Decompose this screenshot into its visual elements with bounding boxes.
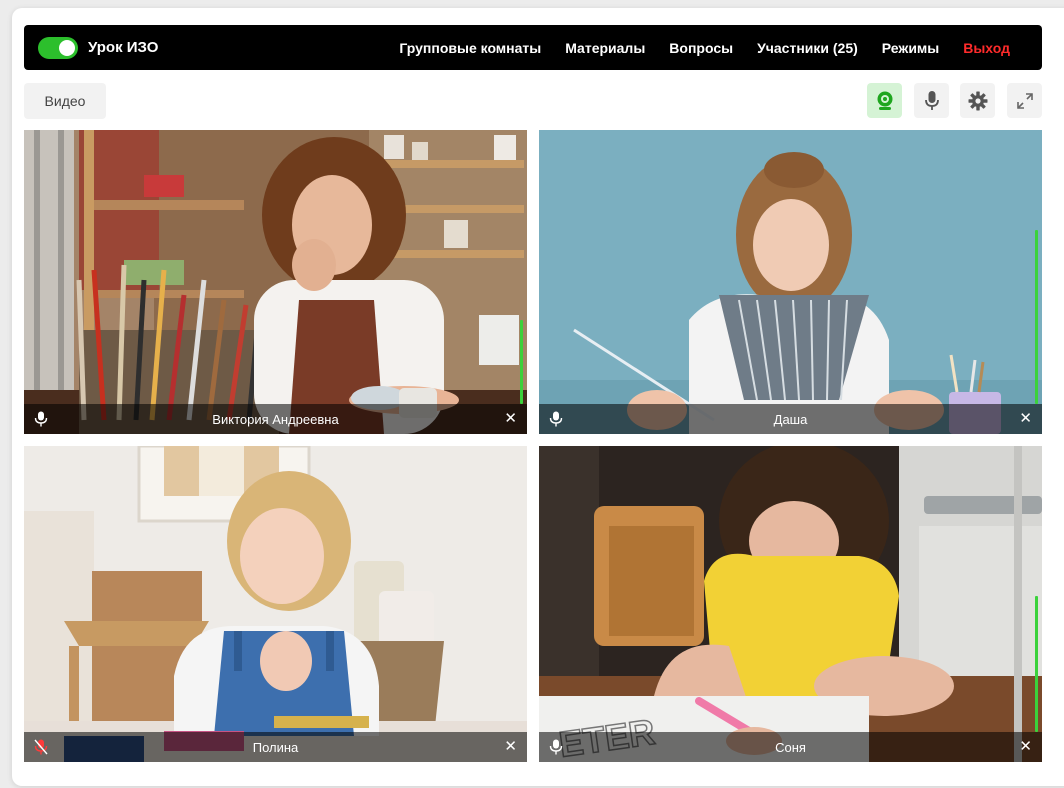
participant-video [539, 130, 1042, 434]
microphone-icon [924, 90, 939, 110]
webcam-button[interactable] [867, 83, 902, 118]
toggle-knob [59, 39, 75, 56]
video-tile-dasha[interactable]: Даша ✕ [539, 130, 1042, 434]
top-navigation-bar: Урок ИЗО Групповые комнаты Материалы Воп… [24, 25, 1042, 70]
audio-level-meter [1035, 596, 1038, 732]
nav-group-rooms[interactable]: Групповые комнаты [399, 40, 541, 56]
participant-name: Виктория Андреевна [212, 411, 339, 427]
participant-video: ETER [539, 446, 1042, 762]
microphone-button[interactable] [914, 83, 949, 118]
video-button[interactable]: Видео [24, 83, 106, 119]
video-tile-sonya[interactable]: ETER Соня ✕ [539, 446, 1042, 762]
microphone-icon [34, 411, 48, 427]
participant-caption: Полина ✕ [24, 732, 527, 762]
microphone-icon [549, 411, 563, 427]
close-icon[interactable]: ✕ [504, 737, 517, 757]
participant-video [24, 130, 527, 434]
main-nav: Групповые комнаты Материалы Вопросы Учас… [399, 40, 1028, 56]
video-tile-teacher[interactable]: Виктория Андреевна ✕ [24, 130, 527, 434]
gear-icon [968, 91, 987, 110]
exit-link[interactable]: Выход [963, 40, 1010, 56]
participant-name: Соня [775, 739, 806, 755]
lesson-toggle-switch[interactable] [38, 36, 78, 59]
participant-name: Полина [252, 739, 299, 755]
webcam-icon [877, 91, 892, 110]
nav-modes[interactable]: Режимы [882, 40, 939, 56]
participant-caption: Соня ✕ [539, 732, 1042, 762]
microphone-muted-icon [34, 739, 48, 755]
lesson-title: Урок ИЗО [88, 39, 159, 56]
participant-video [24, 446, 527, 762]
close-icon[interactable]: ✕ [1019, 409, 1032, 429]
close-icon[interactable]: ✕ [1019, 737, 1032, 757]
nav-questions[interactable]: Вопросы [669, 40, 733, 56]
participant-name: Даша [773, 411, 808, 427]
settings-button[interactable] [960, 83, 995, 118]
audio-level-meter [520, 320, 523, 404]
microphone-icon [549, 739, 563, 755]
video-tile-polina[interactable]: Полина ✕ [24, 446, 527, 762]
participant-caption: Виктория Андреевна ✕ [24, 404, 527, 434]
nav-materials[interactable]: Материалы [565, 40, 645, 56]
fullscreen-button[interactable] [1007, 83, 1042, 118]
close-icon[interactable]: ✕ [504, 409, 517, 429]
audio-level-meter [1035, 230, 1038, 404]
nav-participants[interactable]: Участники (25) [757, 40, 858, 56]
participant-caption: Даша ✕ [539, 404, 1042, 434]
fullscreen-icon [1016, 92, 1033, 109]
